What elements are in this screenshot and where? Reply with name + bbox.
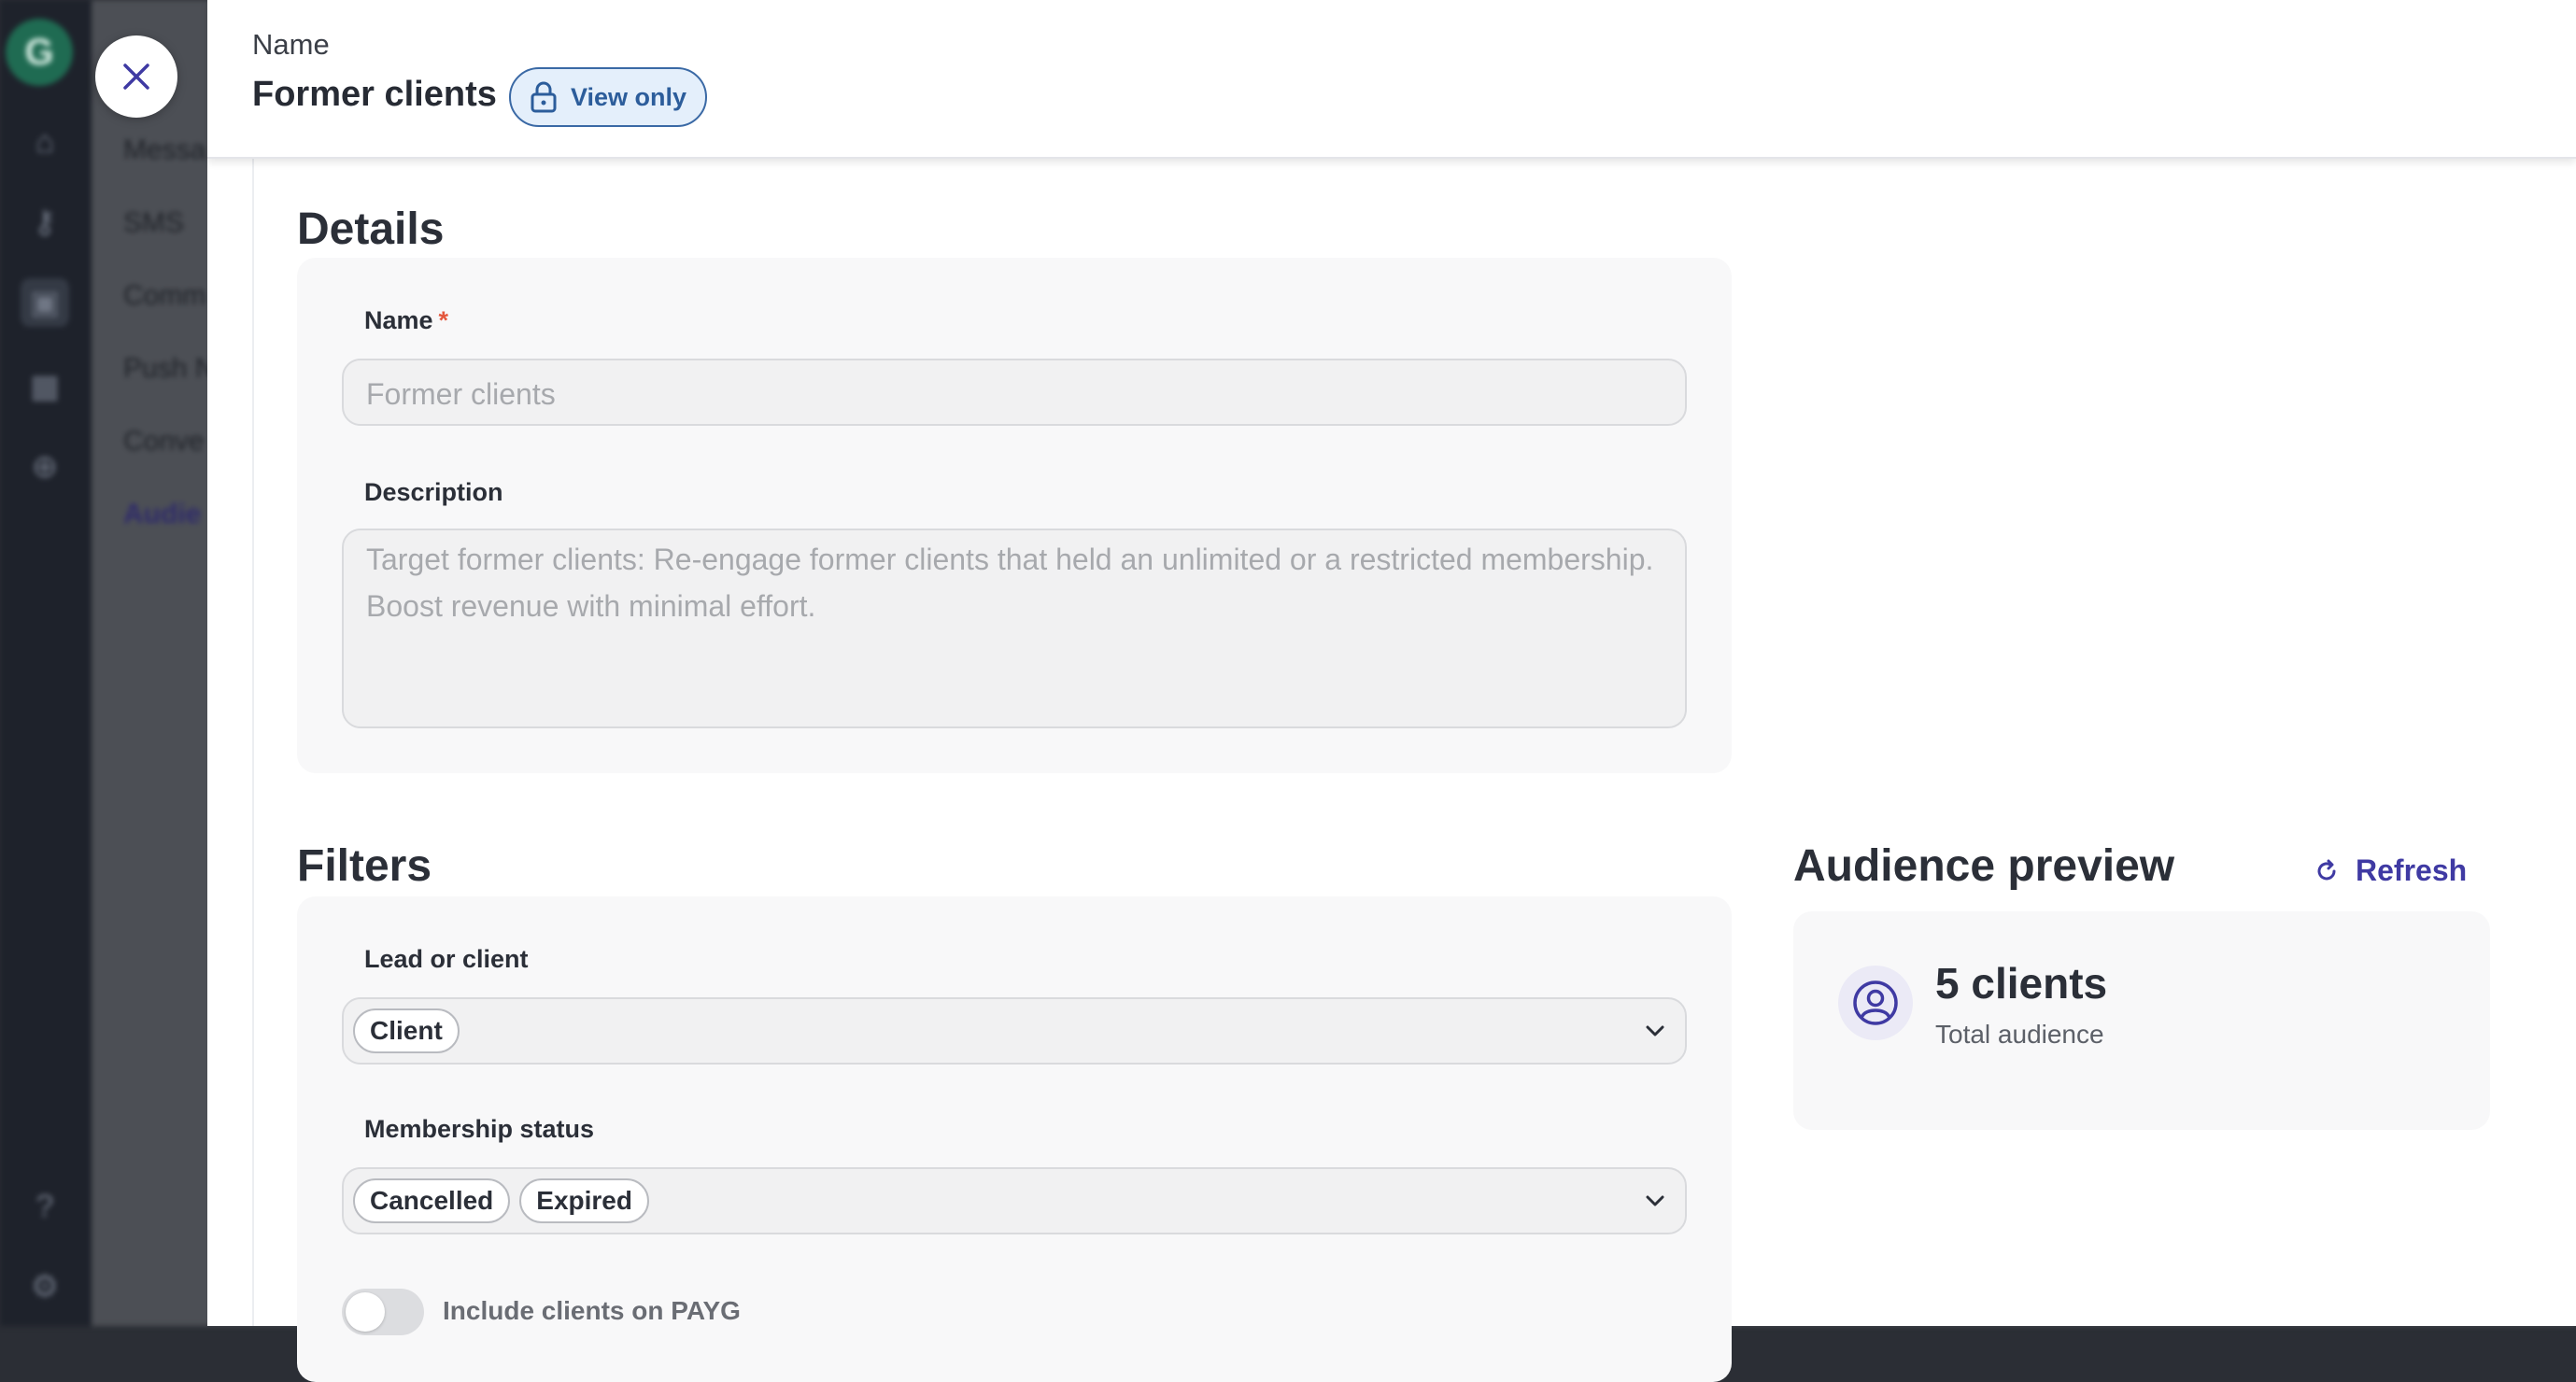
user-circle-icon [1853, 980, 1898, 1025]
audience-caption: Total audience [1935, 1020, 2104, 1049]
app-logo: G [6, 19, 73, 86]
cart-icon: ⊕ [31, 449, 59, 485]
sub-menu-item: SMS [123, 207, 185, 238]
nav-rail: G ⌂ ⚷ ▣ ▦ ⊕ ? ⚙ [0, 0, 92, 1326]
payg-toggle-label: Include clients on PAYG [443, 1296, 741, 1325]
name-label-text: Name [364, 306, 433, 334]
details-card: Name * Former clients Description Target … [297, 258, 1732, 773]
refresh-icon [2317, 859, 2336, 880]
view-only-badge: View only [509, 67, 707, 127]
filter-chip[interactable]: Cancelled [353, 1178, 511, 1223]
close-button[interactable] [95, 35, 177, 118]
settings-icon: ⚙ [30, 1269, 60, 1304]
header-caption: Name [252, 28, 330, 61]
calendar-icon: ▦ [29, 369, 61, 404]
audience-preview-card: 5 clients Total audience [1793, 911, 2490, 1130]
name-field-label: Name * [364, 306, 448, 335]
audience-drawer: Name Former clients View only Details Na… [207, 0, 2576, 1382]
page-title: Former clients [252, 75, 497, 114]
audience-count: 5 clients [1935, 959, 2108, 1008]
description-field-label: Description [364, 478, 503, 506]
lead-or-client-select[interactable]: Client [342, 997, 1687, 1065]
name-input[interactable]: Former clients [342, 359, 1687, 426]
lock-icon [531, 81, 557, 113]
sub-menu-item: Comm [123, 280, 206, 311]
drawer-header: Name Former clients View only [207, 0, 2576, 159]
audience-preview-title: Audience preview [1793, 841, 2175, 891]
refresh-button[interactable]: Refresh [2314, 853, 2467, 888]
description-textarea[interactable]: Target former clients: Re-engage former … [342, 529, 1687, 728]
help-icon: ? [35, 1188, 54, 1224]
membership-status-label: Membership status [364, 1115, 595, 1143]
close-icon [123, 63, 149, 90]
chevron-down-icon[interactable] [1644, 1023, 1666, 1038]
key-icon: ⚷ [33, 204, 57, 240]
membership-status-select[interactable]: Cancelled Expired [342, 1167, 1687, 1234]
avatar [1838, 966, 1913, 1040]
filter-chip[interactable]: Expired [519, 1178, 649, 1223]
filters-section-title: Filters [297, 841, 432, 891]
refresh-label: Refresh [2356, 853, 2468, 887]
payg-toggle[interactable] [342, 1289, 424, 1335]
lead-or-client-label: Lead or client [364, 945, 529, 973]
drawer-body: Details Name * Former clients Description… [252, 159, 2576, 1382]
sub-menu-item: Conve [123, 426, 205, 457]
messages-icon: ▣ [21, 278, 69, 327]
chevron-down-icon[interactable] [1644, 1193, 1666, 1208]
sub-menu-item-active: Audie [123, 499, 202, 529]
sub-menu-item: Messa [123, 134, 206, 165]
details-section-title: Details [297, 204, 445, 254]
filter-chip[interactable]: Client [353, 1008, 460, 1053]
home-icon: ⌂ [35, 123, 55, 160]
sub-menu-item: Push N [123, 353, 216, 384]
filters-card: Lead or client Client Membership status … [297, 896, 1732, 1382]
required-mark: * [438, 306, 449, 334]
view-only-label: View only [571, 82, 687, 111]
